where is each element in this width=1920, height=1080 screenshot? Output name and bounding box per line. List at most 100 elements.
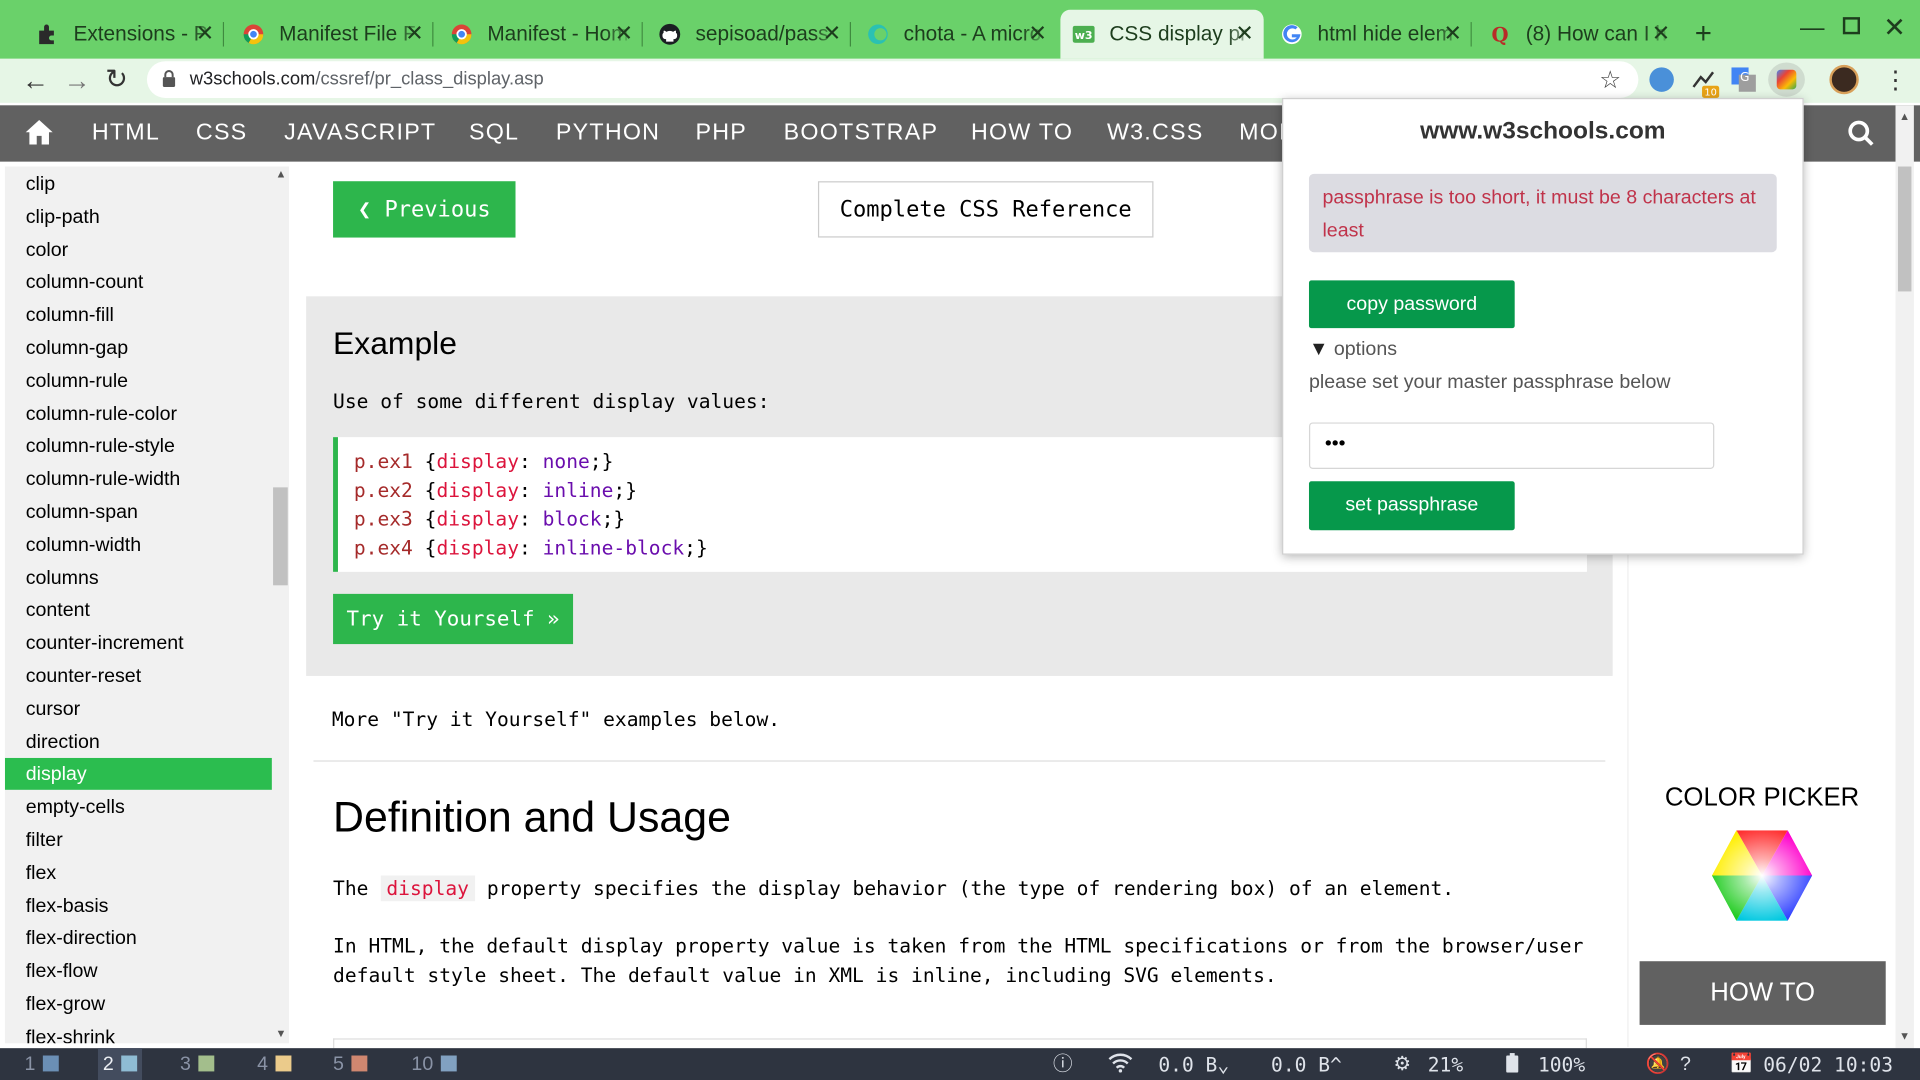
scroll-down-icon[interactable]: ▼ — [276, 1027, 287, 1039]
sidebar-item[interactable]: column-rule-color — [5, 397, 272, 429]
nav-php[interactable]: PHP — [696, 105, 748, 161]
sidebar-item[interactable]: columns — [5, 562, 272, 594]
avatar[interactable] — [1829, 64, 1859, 95]
options-toggle[interactable]: ▼ options — [1309, 339, 1397, 361]
sidebar-item[interactable]: color — [5, 233, 272, 265]
workspace-3[interactable]: 3 — [175, 1048, 219, 1080]
sidebar-item[interactable]: cursor — [5, 693, 272, 725]
sidebar-item[interactable]: column-fill — [5, 299, 272, 331]
tab-css-display[interactable]: w3 CSS display pr ✕ — [1060, 9, 1264, 59]
wifi-icon[interactable] — [1108, 1048, 1133, 1080]
scrollbar-thumb[interactable] — [273, 487, 288, 586]
workspace-number: 4 — [257, 1054, 269, 1076]
nav-html[interactable]: HTML — [92, 105, 160, 161]
sidebar-item[interactable]: clip-path — [5, 201, 272, 233]
complete-css-reference-button[interactable]: Complete CSS Reference — [817, 181, 1154, 238]
tab-quora[interactable]: Q (8) How can I h ✕ — [1477, 10, 1680, 59]
tab-manifest-file[interactable]: Manifest File F ✕ — [230, 10, 434, 59]
color-picker-icon[interactable] — [1709, 828, 1814, 930]
close-icon[interactable]: ✕ — [196, 21, 214, 47]
nav-w3css[interactable]: W3.CSS — [1107, 105, 1204, 161]
forward-icon[interactable]: → — [64, 65, 91, 97]
sidebar-item[interactable]: clip — [5, 168, 272, 200]
workspace-5[interactable]: 5 — [328, 1048, 372, 1080]
password-extension-icon[interactable] — [1768, 62, 1805, 97]
search-icon[interactable] — [1847, 119, 1876, 155]
close-icon[interactable]: ✕ — [1444, 21, 1462, 47]
sidebar-item[interactable]: flex-basis — [5, 890, 272, 922]
close-icon[interactable]: ✕ — [1235, 21, 1253, 47]
sidebar-item[interactable]: column-rule — [5, 365, 272, 397]
tab-manifest-home[interactable]: Manifest - Hom ✕ — [438, 10, 643, 59]
def-p1-post: property specifies the display behavior … — [486, 876, 1455, 901]
sidebar-item[interactable]: direction — [5, 726, 272, 758]
sidebar-item[interactable]: column-width — [5, 529, 272, 561]
nav-bootstrap[interactable]: BOOTSTRAP — [784, 105, 939, 161]
nav-python[interactable]: PYTHON — [556, 105, 660, 161]
sidebar-item[interactable]: display — [4, 758, 272, 791]
nav-how-to[interactable]: HOW TO — [971, 105, 1073, 161]
close-icon[interactable]: ✕ — [1652, 21, 1670, 47]
previous-button[interactable]: ❮ Previous — [333, 181, 516, 238]
reload-icon[interactable]: ↻ — [105, 64, 128, 96]
sidebar-item[interactable]: counter-reset — [5, 660, 272, 692]
sidebar-item[interactable]: empty-cells — [5, 791, 272, 823]
sidebar-item[interactable]: content — [5, 594, 272, 626]
workspace-number: 10 — [411, 1054, 434, 1076]
maximize-icon[interactable] — [1842, 17, 1861, 35]
sidebar-item[interactable]: counter-increment — [5, 627, 272, 659]
set-passphrase-button[interactable]: set passphrase — [1308, 481, 1515, 531]
page-scroll-up-icon[interactable]: ▲ — [1899, 110, 1910, 122]
code-punctuation: : — [519, 478, 543, 502]
notification-muted-icon[interactable]: 🔕 — [1646, 1048, 1670, 1080]
scroll-up-icon[interactable]: ▲ — [276, 168, 287, 180]
home-icon[interactable] — [24, 119, 53, 152]
page-scroll-down-icon[interactable]: ▼ — [1899, 1030, 1910, 1042]
nav-javascript[interactable]: JAVASCRIPT — [284, 105, 436, 161]
sidebar-item[interactable]: column-gap — [5, 332, 272, 364]
menu-kebab-icon[interactable]: ⋮ — [1883, 65, 1907, 96]
sidebar-item[interactable]: column-rule-width — [5, 463, 272, 495]
close-icon[interactable]: ✕ — [405, 21, 423, 47]
sidebar-scrollbar[interactable]: ▲ ▼ — [273, 163, 290, 1045]
workspace-2[interactable]: 2 — [97, 1048, 142, 1080]
sidebar-item[interactable]: flex-direction — [5, 923, 272, 955]
tab-github[interactable]: sepisoad/pass ✕ — [647, 10, 852, 59]
sidebar-item[interactable]: flex-flow — [5, 955, 272, 987]
tab-extensions[interactable]: Extensions - P ✕ — [24, 10, 225, 59]
sidebar-item[interactable]: flex-shrink — [5, 1021, 272, 1043]
address-bar[interactable]: w3schools.com/cssref/pr_class_display.as… — [146, 61, 1639, 98]
nav-sql[interactable]: SQL — [469, 105, 519, 161]
sidebar-item[interactable]: column-count — [5, 266, 272, 298]
nav-css[interactable]: CSS — [196, 105, 248, 161]
tab-html-hide[interactable]: html hide elem ✕ — [1269, 10, 1472, 59]
copy-password-button[interactable]: copy password — [1308, 280, 1515, 329]
workspace-1[interactable]: 1 — [20, 1048, 64, 1080]
workspace-4[interactable]: 4 — [252, 1048, 296, 1080]
minimize-icon[interactable]: — — [1800, 15, 1824, 43]
page-scrollbar-thumb[interactable] — [1897, 166, 1912, 292]
sidebar-item[interactable]: filter — [5, 824, 272, 856]
new-tab-icon[interactable]: + — [1695, 17, 1712, 51]
download-speed-value: 0.0 B — [1158, 1053, 1218, 1077]
info-icon[interactable]: ⓘ — [1053, 1048, 1073, 1080]
sidebar-item[interactable]: column-rule-style — [5, 430, 272, 462]
tab-chota[interactable]: chota - A micro ✕ — [855, 10, 1057, 59]
page-scrollbar[interactable]: ▲ ▼ — [1895, 105, 1914, 1049]
sidebar-item[interactable]: flex-grow — [5, 988, 272, 1020]
close-icon[interactable]: ✕ — [615, 21, 633, 47]
sidebar-item[interactable]: column-span — [5, 496, 272, 528]
try-it-yourself-button[interactable]: Try it Yourself » — [333, 593, 574, 645]
how-to-panel[interactable]: HOW TO — [1639, 961, 1886, 1025]
back-icon[interactable]: ← — [22, 65, 49, 97]
extension-blue-icon[interactable] — [1649, 67, 1674, 92]
workspace-10[interactable]: 10 — [407, 1048, 462, 1080]
sidebar-item[interactable]: flex — [5, 857, 272, 889]
upload-arrow-icon: ^ — [1330, 1053, 1342, 1077]
close-icon[interactable]: ✕ — [823, 21, 841, 47]
bookmark-star-icon[interactable]: ☆ — [1599, 65, 1621, 96]
close-window-icon[interactable]: ✕ — [1883, 12, 1906, 44]
close-icon[interactable]: ✕ — [1028, 21, 1046, 47]
passphrase-input[interactable]: ••• — [1308, 422, 1715, 469]
translate-icon[interactable]: G — [1731, 67, 1756, 98]
